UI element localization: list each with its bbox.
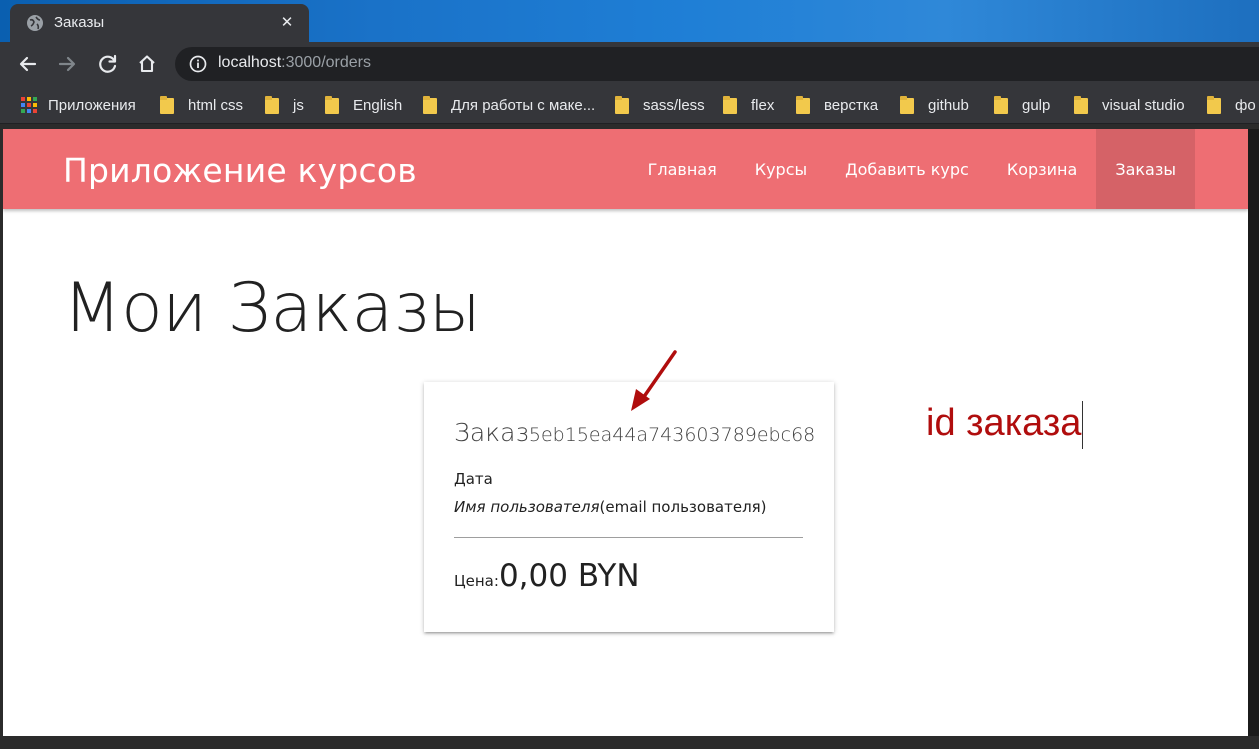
- browser-toolbar: localhost:3000/orders: [0, 42, 1259, 86]
- site-logo[interactable]: Приложение курсов: [63, 151, 417, 190]
- folder-icon: [423, 96, 437, 114]
- folder-icon: [1074, 96, 1088, 114]
- folder-icon: [1207, 96, 1221, 114]
- page-viewport: Приложение курсов Главная Курсы Добавить…: [3, 129, 1248, 736]
- bookmark-folder[interactable]: gulp: [994, 95, 1050, 115]
- bookmark-folder[interactable]: js: [265, 95, 304, 115]
- home-icon[interactable]: [133, 50, 161, 78]
- bookmark-folder[interactable]: html css: [160, 95, 243, 115]
- order-id: 5eb15ea44a743603789ebc68: [528, 424, 816, 446]
- address-bar[interactable]: localhost:3000/orders: [175, 47, 1259, 81]
- globe-icon: [27, 15, 43, 31]
- folder-icon: [900, 96, 914, 114]
- bookmark-folder[interactable]: sass/less: [615, 95, 705, 115]
- bookmark-folder[interactable]: верстка: [796, 95, 878, 115]
- bookmark-folder[interactable]: Для работы с маке...: [423, 95, 595, 115]
- tab-title: Заказы: [54, 14, 105, 31]
- annotation-label: id заказа: [926, 401, 1084, 449]
- user-name: Имя пользователя: [454, 498, 600, 516]
- forward-arrow-icon[interactable]: [53, 50, 81, 78]
- bookmark-apps[interactable]: Приложения: [20, 95, 136, 115]
- order-date: Дата: [454, 470, 493, 488]
- order-user: Имя пользователя(email пользователя): [454, 498, 767, 516]
- window-bottom-edge: [0, 736, 1259, 749]
- folder-icon: [796, 96, 810, 114]
- bookmark-folder[interactable]: github: [900, 95, 969, 115]
- user-email: (email пользователя): [599, 498, 767, 516]
- apps-grid-icon: [20, 96, 38, 114]
- folder-icon: [265, 96, 279, 114]
- folder-icon: [994, 96, 1008, 114]
- folder-icon: [615, 96, 629, 114]
- bookmark-folder[interactable]: flex: [723, 95, 774, 115]
- order-title: Заказ5eb15ea44a743603789ebc68: [454, 418, 816, 447]
- back-arrow-icon[interactable]: [14, 50, 42, 78]
- bookmarks-bar: Приложения html css js English Для работ…: [0, 86, 1259, 124]
- bookmark-folder[interactable]: English: [325, 95, 402, 115]
- url-text: localhost:3000/orders: [218, 54, 371, 71]
- nav-courses[interactable]: Курсы: [736, 129, 826, 209]
- page-title: Мои Заказы: [63, 269, 481, 348]
- nav-add-course[interactable]: Добавить курс: [826, 129, 988, 209]
- nav-home[interactable]: Главная: [629, 129, 736, 209]
- text-caret: [1082, 401, 1084, 449]
- price-value: 0,00 BYN: [498, 558, 640, 594]
- order-price: Цена:0,00 BYN: [454, 558, 640, 594]
- bookmark-folder[interactable]: фо: [1207, 95, 1256, 115]
- folder-icon: [160, 96, 174, 114]
- browser-tab[interactable]: Заказы ✕: [10, 4, 309, 42]
- window-edge: [1248, 129, 1259, 736]
- site-navbar: Приложение курсов Главная Курсы Добавить…: [3, 129, 1248, 209]
- nav-cart[interactable]: Корзина: [988, 129, 1096, 209]
- bookmark-folder[interactable]: visual studio: [1074, 95, 1185, 115]
- folder-icon: [723, 96, 737, 114]
- nav-orders[interactable]: Заказы: [1096, 129, 1195, 209]
- nav-menu: Главная Курсы Добавить курс Корзина Зака…: [629, 129, 1195, 209]
- close-tab-icon[interactable]: ✕: [277, 12, 297, 32]
- tab-strip: Заказы ✕: [0, 0, 1259, 42]
- info-icon[interactable]: [189, 55, 207, 73]
- reload-icon[interactable]: [94, 50, 122, 78]
- order-card: Заказ5eb15ea44a743603789ebc68 Дата Имя п…: [424, 382, 834, 632]
- annotation-arrow-icon: [631, 350, 677, 411]
- divider: [454, 537, 803, 538]
- folder-icon: [325, 96, 339, 114]
